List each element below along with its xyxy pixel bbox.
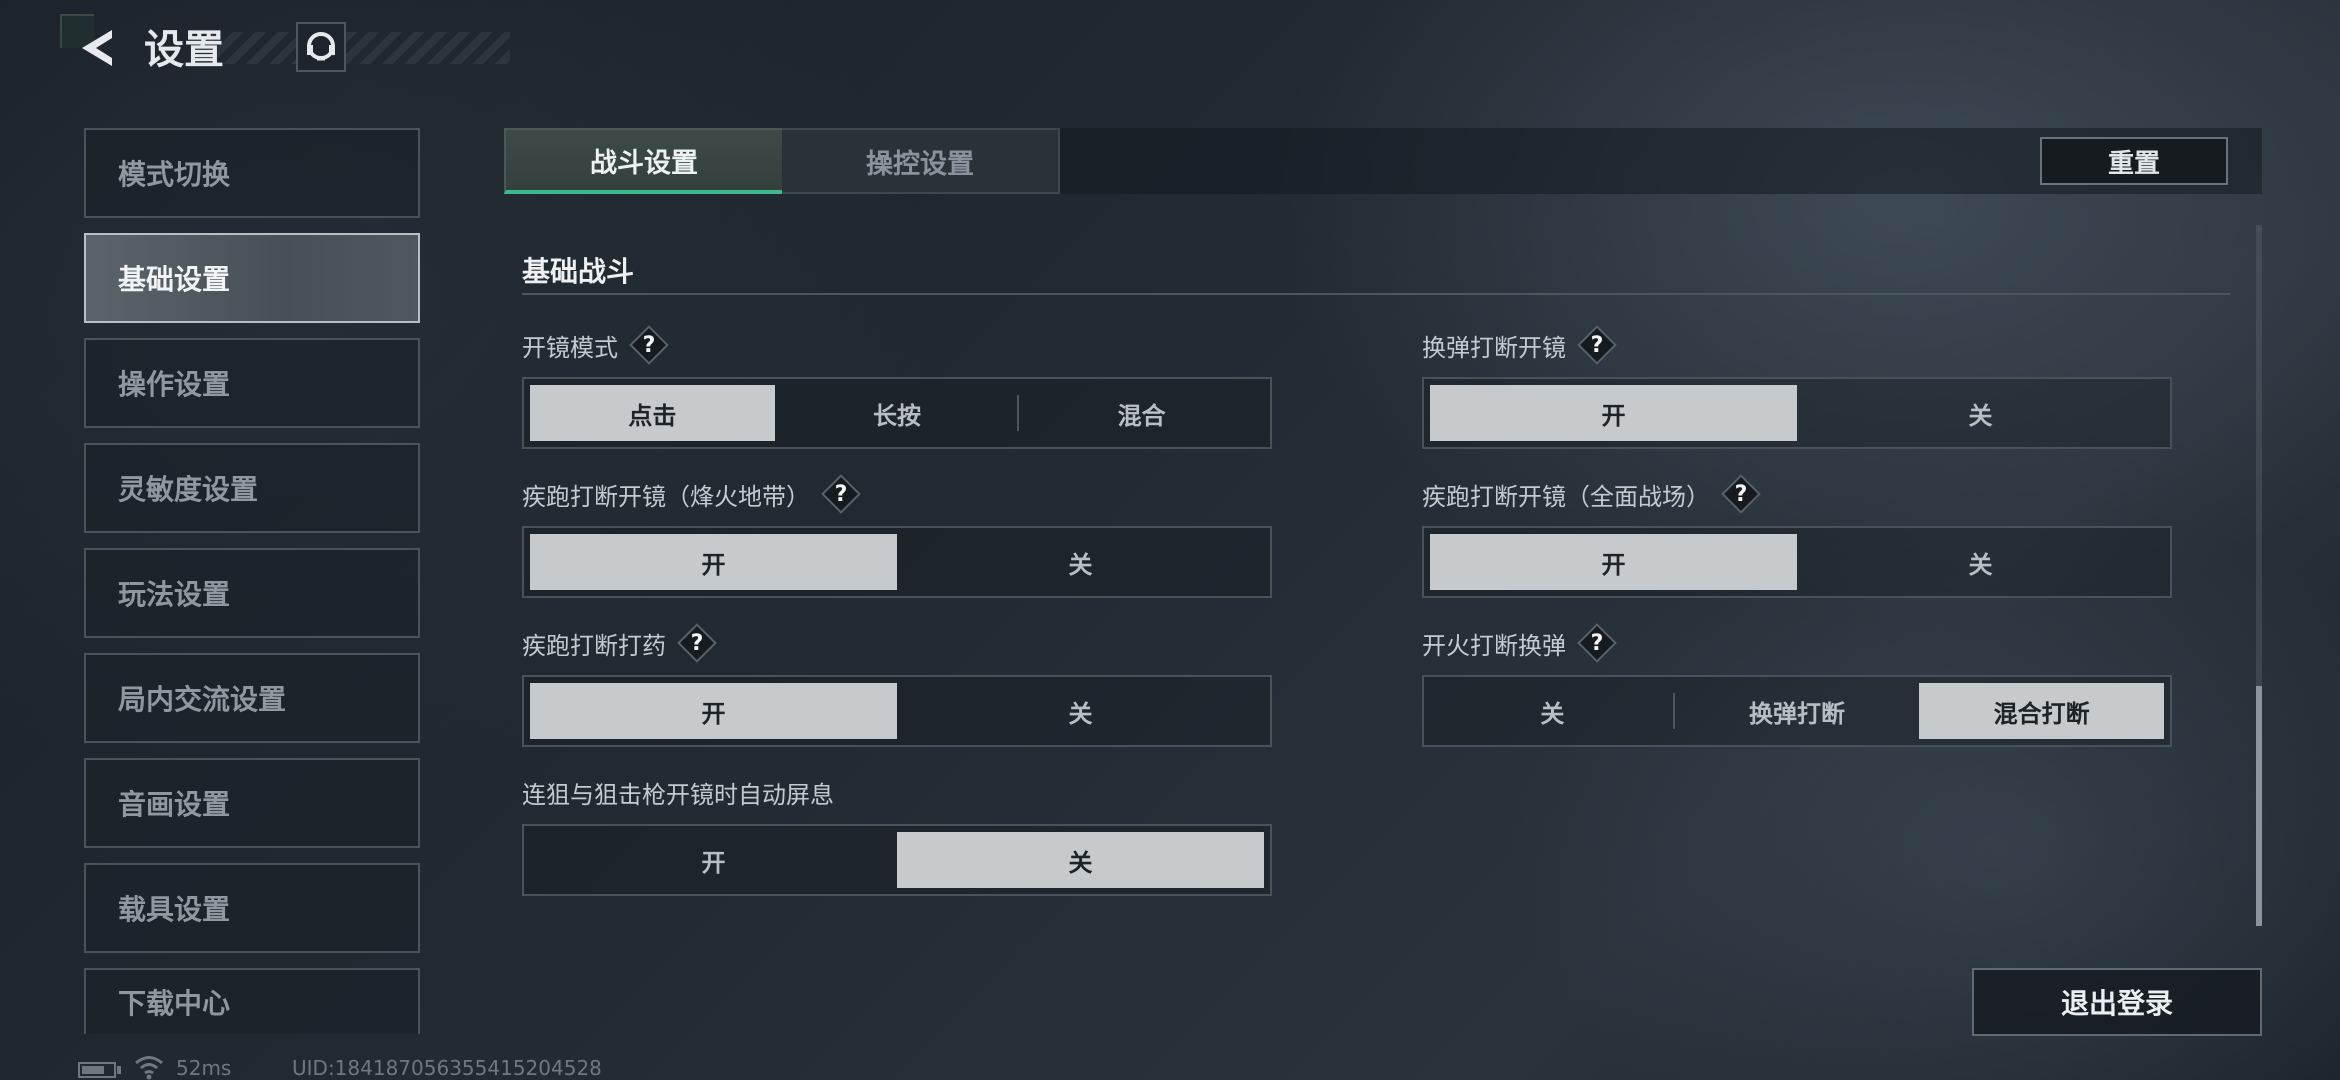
option-mixed-interrupt[interactable]: 混合打断 (1919, 683, 2165, 739)
option-on[interactable]: 开 (530, 683, 897, 739)
setting-label-text: 开镜模式 (522, 333, 618, 362)
battery-tip (117, 1066, 121, 1074)
setting-label-reload-interrupt-scope: 换弹打断开镜 ? (1422, 327, 1614, 363)
option-reload-interrupt[interactable]: 换弹打断 (1675, 683, 1920, 739)
sprint-interrupt-heal-toggle: 开 关 (522, 675, 1272, 747)
help-icon[interactable]: ? (1724, 477, 1758, 511)
setting-label-text: 开火打断换弹 (1422, 631, 1566, 660)
customer-service-icon (307, 32, 335, 61)
option-off[interactable]: 关 (1430, 683, 1675, 739)
option-on[interactable]: 开 (530, 534, 897, 590)
fire-interrupt-reload-selector: 关 换弹打断 混合打断 (1422, 675, 2172, 747)
sprint-interrupt-scope-a-toggle: 开 关 (522, 526, 1272, 598)
sidebar-item-basic-settings[interactable]: 基础设置 (84, 233, 420, 323)
scrollbar-thumb[interactable] (2256, 686, 2262, 926)
sidebar-item-vehicle-settings[interactable]: 载具设置 (84, 863, 420, 953)
option-off[interactable]: 关 (1797, 534, 2164, 590)
sidebar-item-operation-settings[interactable]: 操作设置 (84, 338, 420, 428)
help-icon[interactable]: ? (824, 477, 858, 511)
help-icon[interactable]: ? (632, 328, 666, 362)
logout-button[interactable]: 退出登录 (1972, 968, 2262, 1036)
help-icon[interactable]: ? (1580, 626, 1614, 660)
sidebar-item-mode-switch[interactable]: 模式切换 (84, 128, 420, 218)
option-off[interactable]: 关 (1797, 385, 2164, 441)
setting-label-auto-hold-breath: 连狙与狙击枪开镜时自动屏息 (522, 774, 834, 810)
sprint-interrupt-scope-b-toggle: 开 关 (1422, 526, 2172, 598)
tab-combat-settings[interactable]: 战斗设置 (504, 128, 782, 194)
setting-label-sprint-interrupt-heal: 疾跑打断打药 ? (522, 625, 714, 661)
setting-label-scope-mode: 开镜模式 ? (522, 327, 666, 363)
option-tap[interactable]: 点击 (530, 385, 775, 441)
auto-hold-breath-toggle: 开 关 (522, 824, 1272, 896)
scope-mode-selector: 点击 长按 混合 (522, 377, 1272, 449)
setting-label-sprint-interrupt-scope-b: 疾跑打断开镜（全面战场） ? (1422, 476, 1758, 512)
battery-icon (78, 1062, 116, 1078)
chevron-left-icon[interactable] (76, 26, 120, 70)
option-off[interactable]: 关 (897, 832, 1264, 888)
wifi-icon (135, 1056, 163, 1080)
setting-label-text: 疾跑打断开镜（全面战场） (1422, 482, 1710, 511)
uid-text: UID:18418705635541520452​8 (292, 1056, 602, 1080)
option-on[interactable]: 开 (530, 832, 897, 888)
sidebar-item-download-center[interactable]: 下载中心 (84, 968, 420, 1034)
help-icon[interactable]: ? (1580, 328, 1614, 362)
customer-service-button[interactable] (296, 22, 346, 72)
sidebar-item-sensitivity-settings[interactable]: 灵敏度设置 (84, 443, 420, 533)
setting-label-sprint-interrupt-scope-a: 疾跑打断开镜（烽火地带） ? (522, 476, 858, 512)
title-decoration (210, 32, 510, 64)
setting-label-text: 换弹打断开镜 (1422, 333, 1566, 362)
tab-control-settings[interactable]: 操控设置 (782, 128, 1060, 194)
setting-label-fire-interrupt-reload: 开火打断换弹 ? (1422, 625, 1614, 661)
option-on[interactable]: 开 (1430, 385, 1797, 441)
section-title: 基础战斗 (522, 255, 635, 288)
sidebar-item-communication-settings[interactable]: 局内交流设置 (84, 653, 420, 743)
setting-label-text: 疾跑打断打药 (522, 631, 666, 660)
option-hold[interactable]: 长按 (775, 385, 1020, 441)
help-icon[interactable]: ? (680, 626, 714, 660)
sidebar-item-audio-video-settings[interactable]: 音画设置 (84, 758, 420, 848)
option-mixed[interactable]: 混合 (1019, 385, 1264, 441)
option-off[interactable]: 关 (897, 683, 1264, 739)
option-off[interactable]: 关 (897, 534, 1264, 590)
reset-button[interactable]: 重置 (2040, 137, 2228, 185)
section-divider (522, 293, 2230, 295)
sidebar-item-gameplay-settings[interactable]: 玩法设置 (84, 548, 420, 638)
option-on[interactable]: 开 (1430, 534, 1797, 590)
reload-interrupt-scope-toggle: 开 关 (1422, 377, 2172, 449)
ping-value: 52ms (176, 1056, 232, 1080)
setting-label-text: 疾跑打断开镜（烽火地带） (522, 482, 810, 511)
setting-label-text: 连狙与狙击枪开镜时自动屏息 (522, 780, 834, 809)
